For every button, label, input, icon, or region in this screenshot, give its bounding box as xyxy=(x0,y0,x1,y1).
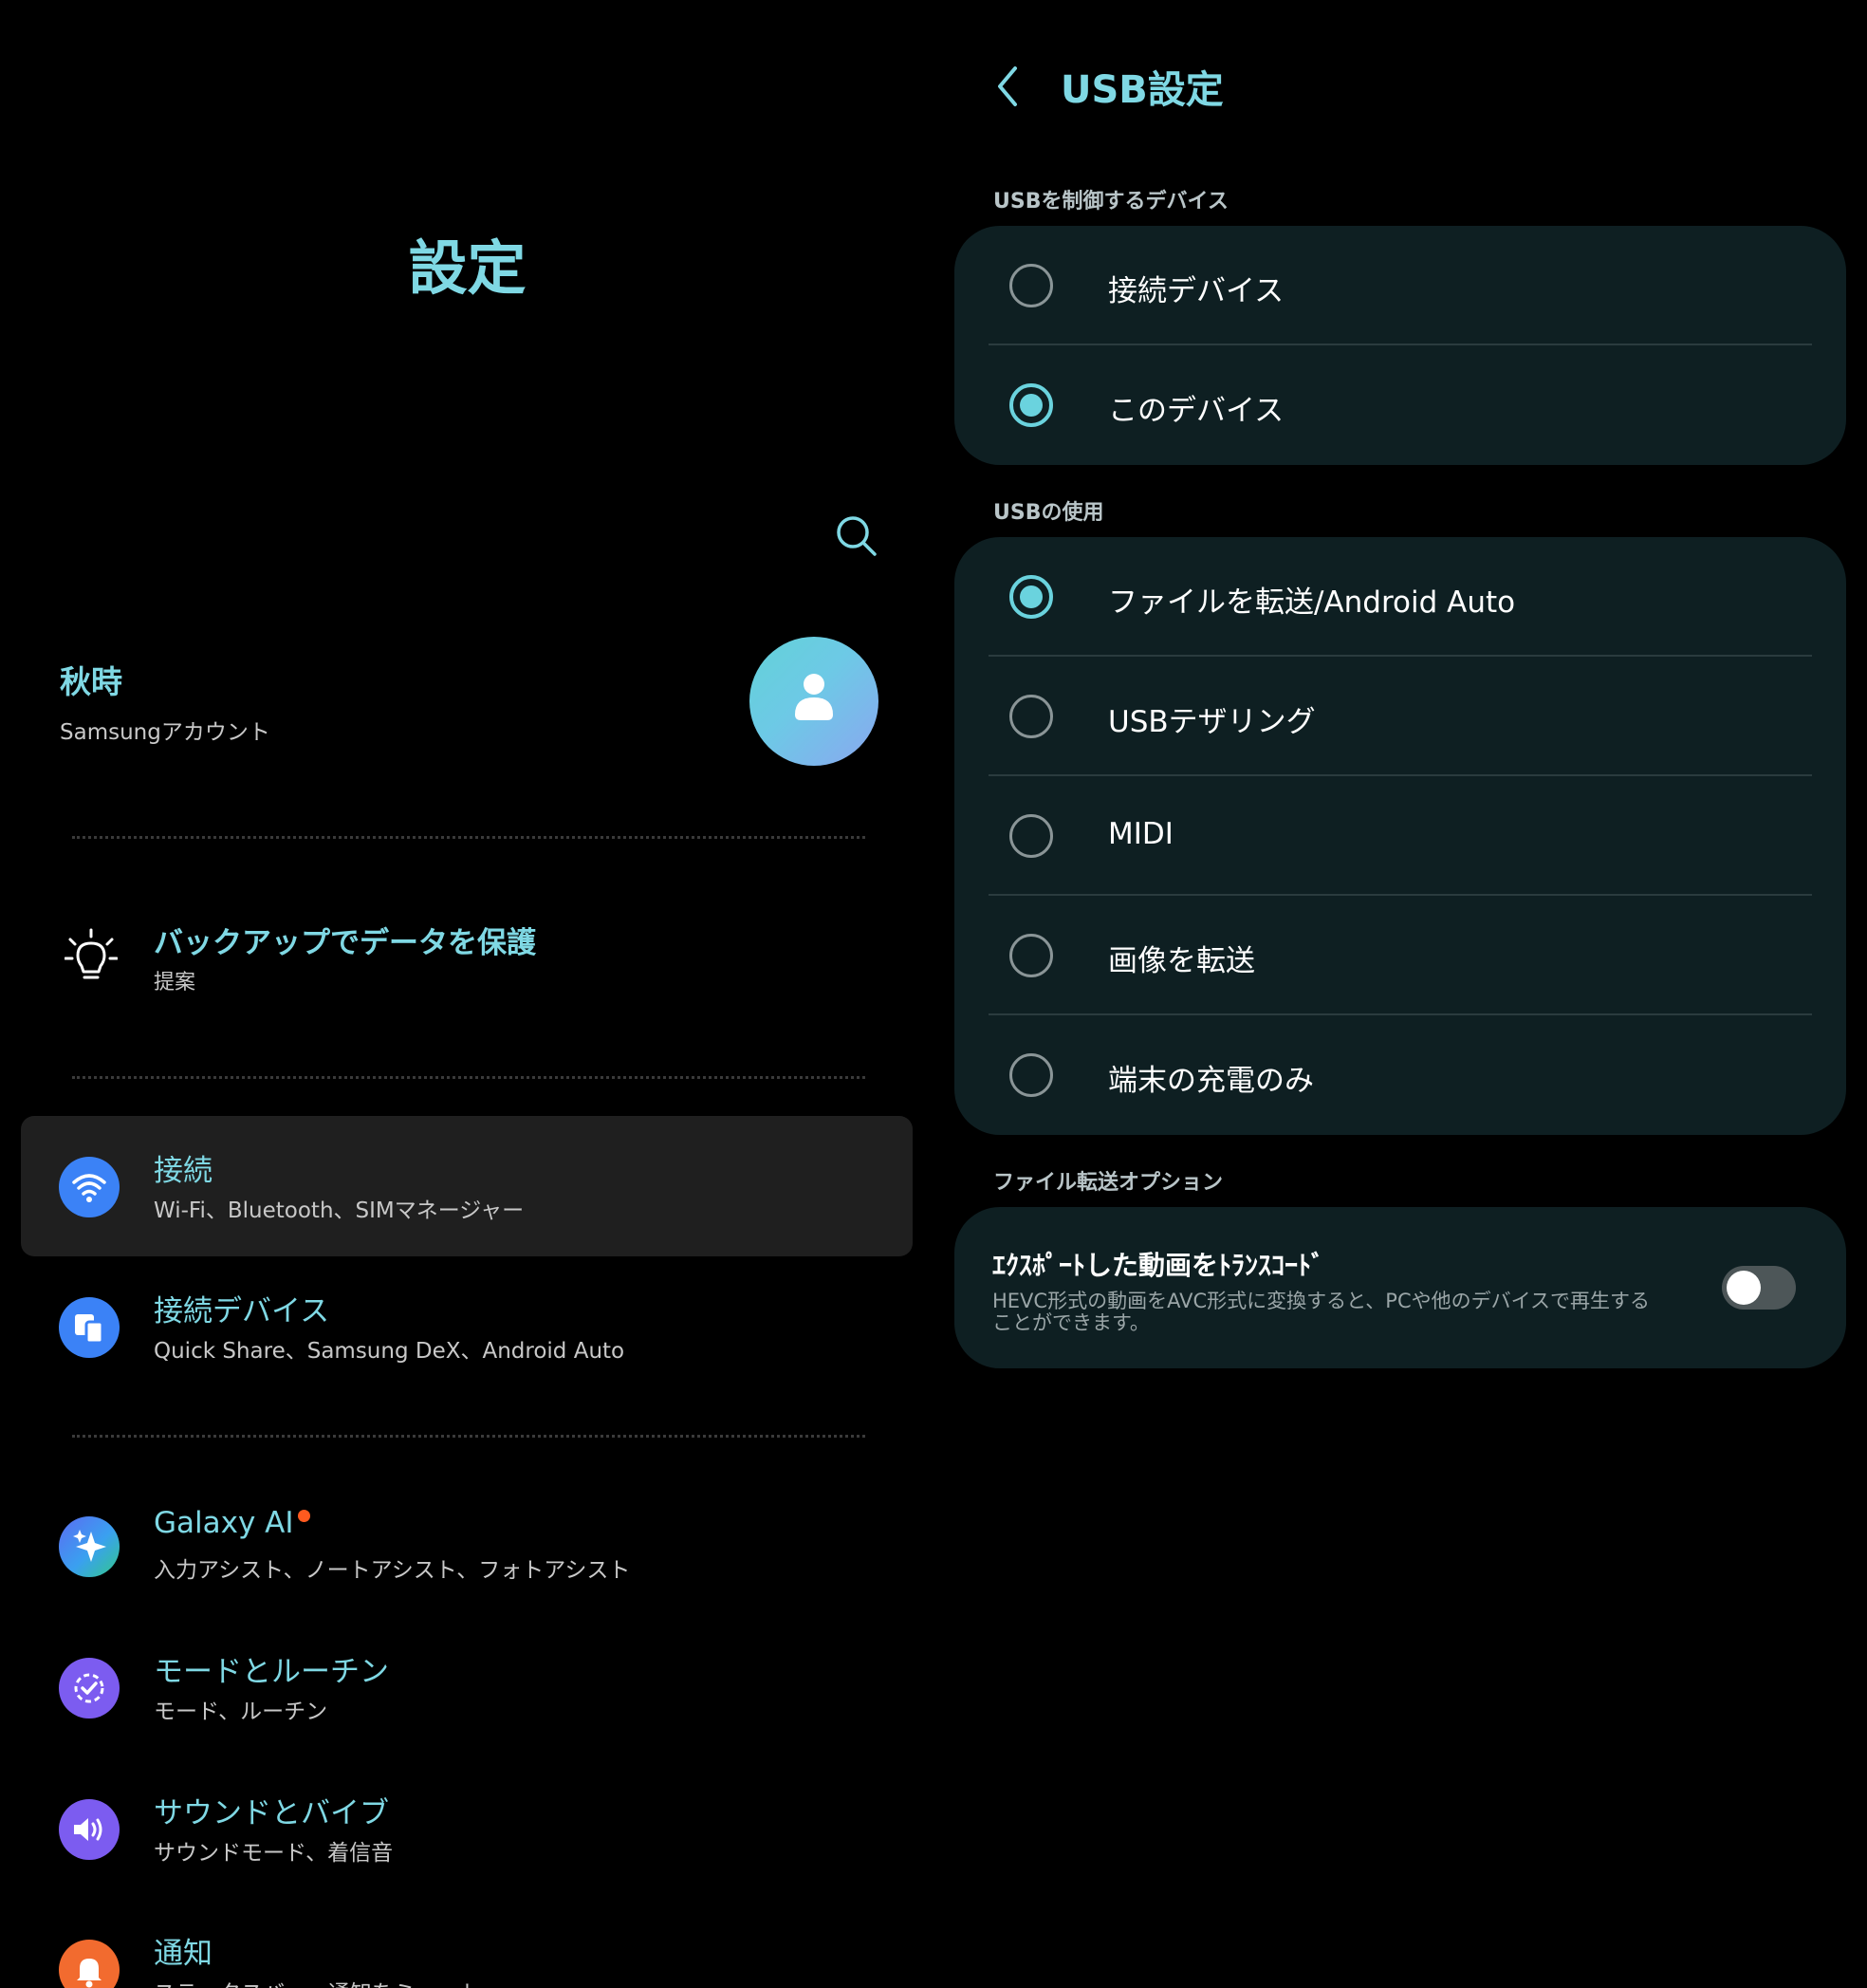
option-this-device[interactable]: このデバイス xyxy=(954,345,1846,465)
item-subtitle: 入力アシスト、ノートアシスト、フォトアシスト xyxy=(154,1558,631,1583)
option-label: USBテザリング xyxy=(1108,705,1316,739)
profile-subtitle: Samsungアカウント xyxy=(60,720,270,745)
radio-button[interactable] xyxy=(1009,1053,1053,1097)
settings-item-notifications[interactable]: 通知 ステータスバー、通知をミュート xyxy=(21,1899,913,1988)
suggestion-subtitle: 提案 xyxy=(154,971,196,994)
item-title: Galaxy AI xyxy=(154,1506,310,1540)
wifi-icon xyxy=(59,1157,120,1217)
section-label-file-options: ファイル転送オプション xyxy=(993,1171,1224,1195)
avatar[interactable] xyxy=(749,637,878,766)
item-subtitle: Quick Share、Samsung DeX、Android Auto xyxy=(154,1339,625,1364)
person-icon xyxy=(795,674,833,720)
profile-name: 秋時 xyxy=(60,663,122,700)
settings-list-pane: 設定 秋時 Samsungアカウント バックアップでデータを保護 提案 接続 W… xyxy=(0,0,930,1988)
galaxy-ai-label: Galaxy AI xyxy=(154,1506,294,1540)
section-divider xyxy=(72,836,865,839)
option-usb-tethering[interactable]: USBテザリング xyxy=(954,657,1846,776)
bell-icon xyxy=(59,1940,120,1988)
option-transfer-images[interactable]: 画像を転送 xyxy=(954,896,1846,1015)
item-subtitle: サウンドモード、着信音 xyxy=(154,1841,394,1866)
speaker-icon xyxy=(59,1799,120,1860)
radio-button-selected[interactable] xyxy=(1009,383,1053,427)
section-divider xyxy=(72,1076,865,1079)
option-label: 画像を転送 xyxy=(1108,944,1255,978)
settings-item-connected-devices[interactable]: 接続デバイス Quick Share、Samsung DeX、Android A… xyxy=(21,1256,913,1397)
item-title: 接続 xyxy=(154,1154,213,1188)
radio-button[interactable] xyxy=(1009,814,1053,858)
item-title: モードとルーチン xyxy=(154,1655,389,1689)
item-title: 通知 xyxy=(154,1937,213,1971)
option-label: MIDI xyxy=(1108,817,1174,851)
item-subtitle: モード、ルーチン xyxy=(154,1700,328,1724)
usb-control-card: 接続デバイス このデバイス xyxy=(954,226,1846,465)
back-arrow-icon[interactable] xyxy=(990,63,1028,110)
suggestion-title: バックアップでデータを保護 xyxy=(154,926,536,960)
connected-devices-icon xyxy=(59,1297,120,1358)
settings-item-connections[interactable]: 接続 Wi-Fi、Bluetooth、SIMマネージャー xyxy=(21,1116,913,1256)
search-icon[interactable] xyxy=(833,512,880,560)
new-badge xyxy=(297,1510,310,1522)
option-connected-device[interactable]: 接続デバイス xyxy=(954,226,1846,345)
transcode-description: HEVC形式の動画をAVC形式に変換すると、PCや他のデバイスで再生することがで… xyxy=(992,1290,1650,1334)
item-title: 接続デバイス xyxy=(154,1294,330,1328)
transcode-toggle[interactable] xyxy=(1722,1266,1796,1310)
lightbulb-icon xyxy=(65,928,118,979)
option-label: 接続デバイス xyxy=(1108,274,1285,308)
option-label: ファイルを転送/Android Auto xyxy=(1108,585,1516,620)
radio-button[interactable] xyxy=(1009,264,1053,307)
item-title: サウンドとバイブ xyxy=(154,1796,389,1830)
page-title: 設定 xyxy=(408,233,527,303)
section-divider xyxy=(72,1435,865,1438)
transcode-card[interactable]: ｴｸｽﾎﾟｰﾄした動画をﾄﾗﾝｽｺｰﾄﾞ HEVC形式の動画をAVC形式に変換す… xyxy=(954,1207,1846,1368)
option-midi[interactable]: MIDI xyxy=(954,776,1846,896)
settings-item-modes-routines[interactable]: モードとルーチン モード、ルーチン xyxy=(21,1617,913,1757)
option-charge-only[interactable]: 端末の充電のみ xyxy=(954,1015,1846,1135)
option-file-transfer[interactable]: ファイルを転送/Android Auto xyxy=(954,537,1846,657)
header-title: USB設定 xyxy=(1061,68,1224,112)
section-label-control: USBを制御するデバイス xyxy=(993,190,1229,214)
item-subtitle: ステータスバー、通知をミュート xyxy=(154,1975,481,1988)
section-label-usage: USBの使用 xyxy=(993,501,1104,525)
settings-item-galaxy-ai[interactable]: Galaxy AI 入力アシスト、ノートアシスト、フォトアシスト xyxy=(21,1476,913,1616)
item-subtitle: Wi-Fi、Bluetooth、SIMマネージャー xyxy=(154,1198,525,1223)
option-label: 端末の充電のみ xyxy=(1108,1064,1314,1098)
sparkle-icon xyxy=(59,1516,120,1577)
transcode-title: ｴｸｽﾎﾟｰﾄした動画をﾄﾗﾝｽｺｰﾄﾞ xyxy=(992,1250,1325,1281)
usb-usage-card: ファイルを転送/Android Auto USBテザリング MIDI 画像を転送… xyxy=(954,537,1846,1135)
toggle-knob xyxy=(1727,1271,1761,1305)
routine-check-icon xyxy=(59,1658,120,1719)
settings-item-sound[interactable]: サウンドとバイブ サウンドモード、着信音 xyxy=(21,1758,913,1899)
radio-button[interactable] xyxy=(1009,934,1053,977)
radio-button-selected[interactable] xyxy=(1009,575,1053,619)
option-label: このデバイス xyxy=(1108,394,1285,428)
radio-button[interactable] xyxy=(1009,695,1053,738)
